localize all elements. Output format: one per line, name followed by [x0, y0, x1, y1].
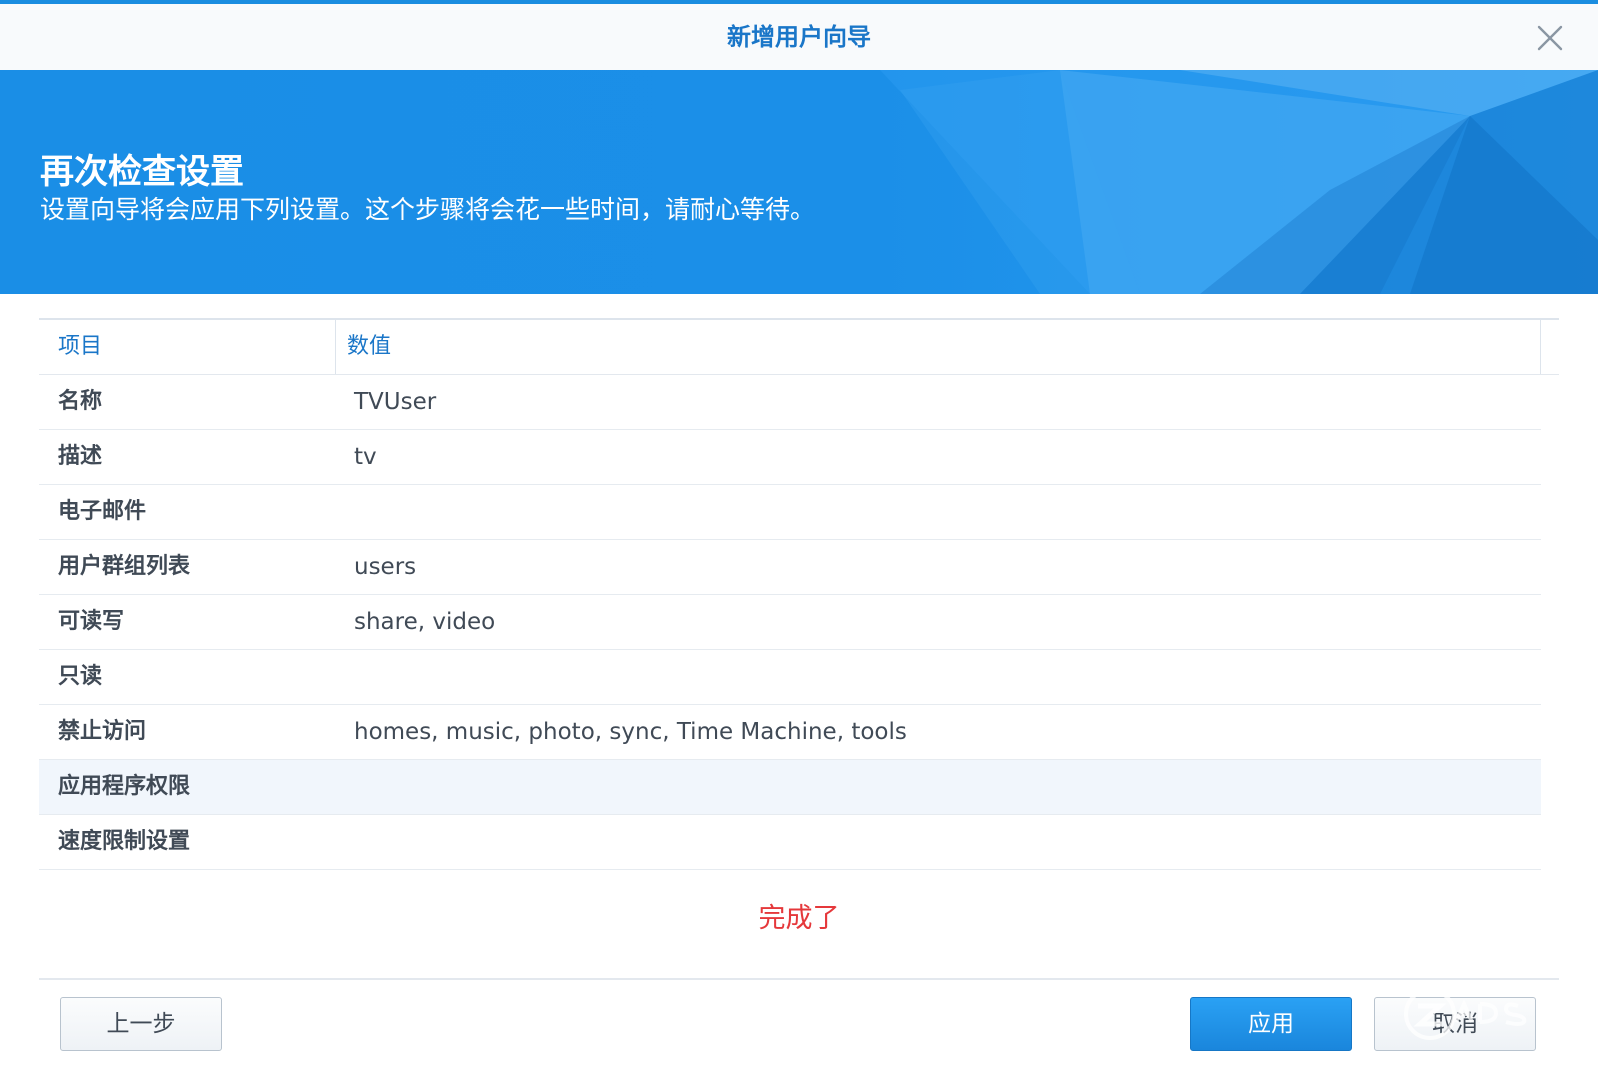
table-header: 项目 数值 — [39, 318, 1559, 375]
row-value: homes, music, photo, sync, Time Machine,… — [354, 719, 907, 745]
row-key: 应用程序权限 — [58, 774, 191, 799]
table-row[interactable]: 可读写 share, video — [39, 595, 1541, 650]
window-title: 新增用户向导 — [727, 23, 871, 51]
table-row[interactable]: 电子邮件 — [39, 485, 1541, 540]
row-value: share, video — [354, 609, 496, 635]
wizard-banner: 再次检查设置 设置向导将会应用下列设置。这个步骤将会花一些时间，请耐心等待。 — [0, 70, 1598, 294]
table-row[interactable]: 名称 TVUser — [39, 375, 1541, 430]
add-user-wizard-dialog: 新增用户向导 再次检查设置 设置向导将会应用下列设置。这个步骤将会花一些时间，请… — [0, 0, 1598, 1066]
column-header-item[interactable]: 项目 — [58, 320, 102, 374]
column-divider[interactable] — [335, 320, 336, 374]
close-icon — [1537, 25, 1563, 51]
row-value: users — [354, 554, 417, 580]
column-divider[interactable] — [1540, 320, 1541, 374]
table-row[interactable]: 速度限制设置 — [39, 815, 1541, 870]
table-row[interactable]: 应用程序权限 — [39, 760, 1541, 815]
row-key: 只读 — [58, 664, 103, 689]
close-button[interactable] — [1534, 22, 1566, 54]
banner-subtitle: 设置向导将会应用下列设置。这个步骤将会花一些时间，请耐心等待。 — [40, 195, 816, 224]
table-row[interactable]: 描述 tv — [39, 430, 1541, 485]
completion-status: 完成了 — [758, 903, 840, 934]
row-key: 可读写 — [58, 609, 125, 634]
row-value: TVUser — [354, 389, 437, 415]
row-value: tv — [354, 444, 377, 470]
table-row[interactable]: 只读 — [39, 650, 1541, 705]
row-key: 用户群组列表 — [58, 554, 191, 579]
row-key: 禁止访问 — [58, 719, 147, 744]
row-key: 速度限制设置 — [58, 829, 191, 854]
row-key: 名称 — [58, 389, 103, 414]
row-key: 电子邮件 — [58, 499, 147, 524]
banner-title: 再次检查设置 — [40, 152, 244, 192]
cancel-button[interactable]: 取消 — [1374, 997, 1536, 1051]
footer-divider — [39, 978, 1559, 980]
apply-button[interactable]: 应用 — [1190, 997, 1352, 1051]
settings-review-table: 项目 数值 名称 TVUser 描述 tv 电子邮件用户群组列表 users 可读写 shar… — [39, 318, 1559, 870]
table-body: 名称 TVUser 描述 tv 电子邮件用户群组列表 users 可读写 share, vid… — [39, 375, 1541, 870]
row-key: 描述 — [58, 444, 103, 469]
back-button[interactable]: 上一步 — [60, 997, 222, 1051]
column-header-value[interactable]: 数值 — [347, 320, 391, 374]
title-bar: 新增用户向导 — [0, 4, 1598, 70]
table-row[interactable]: 用户群组列表 users — [39, 540, 1541, 595]
table-row[interactable]: 禁止访问 homes, music, photo, sync, Time Mach… — [39, 705, 1541, 760]
